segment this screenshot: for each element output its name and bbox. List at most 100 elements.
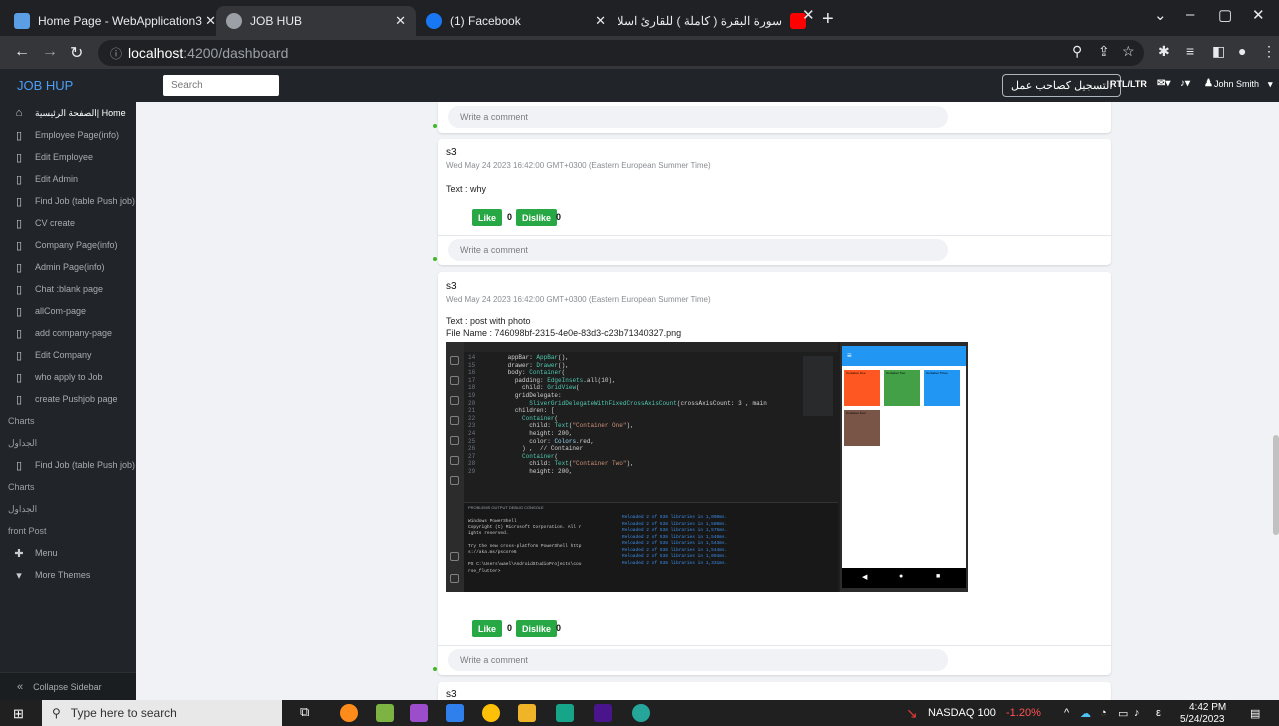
taskbar-search[interactable]: ⚲ Type here to search (42, 700, 282, 726)
visual-studio-icon[interactable] (410, 704, 428, 722)
rtl-ltr-toggle[interactable]: RTL/LTR (1110, 79, 1147, 89)
source-control-icon (450, 376, 459, 385)
file-icon: ▯ (15, 239, 23, 252)
minimize-icon[interactable]: – (1186, 6, 1194, 23)
reload-icon[interactable]: ↻ (70, 43, 83, 63)
close-icon[interactable]: ✕ (595, 13, 606, 29)
dislike-button[interactable]: Dislike (516, 620, 558, 637)
sidebar-item-label: Chat :blank page (35, 284, 104, 294)
extensions-puzzle-icon[interactable]: ✱ (1158, 43, 1170, 60)
register-employer-button[interactable]: التسجيل كصاحب عمل (1002, 74, 1122, 97)
clock-date[interactable]: 5/24/2023 (1180, 714, 1225, 725)
app-icon[interactable] (594, 704, 612, 722)
onedrive-icon[interactable]: ☁ (1080, 707, 1091, 720)
vscode-icon[interactable] (446, 704, 464, 722)
code-editor: 14 appBar: AppBar(), 15 drawer: Drawer()… (468, 354, 767, 475)
sidebar-item-edit-admin[interactable]: ▯ Edit Admin (0, 168, 136, 190)
close-icon[interactable]: ✕ (205, 13, 216, 29)
battery-icon[interactable]: ▭ (1118, 707, 1128, 720)
close-icon[interactable]: ✕ (395, 13, 406, 29)
like-button[interactable]: Like (472, 620, 503, 637)
sidebar-item-who-apply[interactable]: ▯ who apply to Job (0, 366, 136, 388)
post-author[interactable]: s3 (446, 147, 457, 158)
brand-logo[interactable]: JOB HUP (17, 78, 73, 93)
maximize-icon[interactable]: ▢ (1218, 6, 1232, 24)
sidebar-item-find-job[interactable]: ▯ Find Job (table Push job) (0, 190, 136, 212)
messages-icon[interactable]: ✉▾ (1157, 78, 1170, 89)
sidebar-item-find-job-2[interactable]: ▯ Find Job (table Push job) (0, 454, 136, 476)
file-icon: ▯ (15, 305, 23, 318)
volume-icon[interactable]: ♪ (1134, 707, 1140, 719)
chrome-icon[interactable] (482, 704, 500, 722)
search-input[interactable] (163, 75, 279, 96)
comment-input[interactable]: Write a comment (448, 649, 948, 671)
sidebar-item-chat[interactable]: ▯ Chat :blank page (0, 278, 136, 300)
browser-tab[interactable]: سورة البقرة ( كاملة ) للقارئ اسلام د... (608, 6, 816, 36)
side-panel-icon[interactable]: ◧ (1212, 43, 1225, 60)
clock-time[interactable]: 4:42 PM (1189, 702, 1226, 713)
app-icon[interactable] (376, 704, 394, 722)
url-field[interactable]: ⓘ localhost:4200/dashboard (98, 40, 1144, 66)
sidebar-item-home[interactable]: ⌂ الصفحة الرئيسية| Home (0, 102, 136, 124)
sidebar-item-company-page[interactable]: ▯ Company Page(info) (0, 234, 136, 256)
chevron-down-icon[interactable]: ▾ (1268, 79, 1273, 90)
collapse-sidebar-button[interactable]: « Collapse Sidebar (0, 672, 136, 700)
bookmark-star-icon[interactable]: ☆ (1122, 43, 1135, 60)
profile-icon[interactable]: ● (1238, 43, 1246, 59)
language-indicator[interactable]: ε (1156, 707, 1161, 719)
alerts-bell-icon[interactable]: ♪▾ (1180, 78, 1190, 89)
tray-chevron-up-icon[interactable]: ^ (1064, 707, 1069, 719)
post-author[interactable]: s3 (446, 689, 457, 700)
sidebar-item-menu[interactable]: ✚ Menu (0, 542, 136, 564)
sidebar-item-edit-employee[interactable]: ▯ Edit Employee (0, 146, 136, 168)
browser-icon[interactable] (632, 704, 650, 722)
editor-activity-bar (446, 342, 464, 592)
more-menu-icon[interactable]: ⋮ (1262, 43, 1276, 60)
user-menu[interactable]: John Smith (1214, 79, 1259, 89)
like-button[interactable]: Like (472, 209, 503, 226)
sidebar-item-employee-page[interactable]: ▯ Employee Page(info) (0, 124, 136, 146)
sidebar-item-create-pushjob[interactable]: ▯ create Pushjob page (0, 388, 136, 410)
post-author[interactable]: s3 (446, 281, 457, 292)
stock-name[interactable]: NASDAQ 100 (928, 707, 996, 719)
home-circle-icon: ● (899, 573, 904, 580)
wifi-icon[interactable]: ◔ (1100, 707, 1107, 719)
app-icon[interactable] (340, 704, 358, 722)
sidebar-item-edit-company[interactable]: ▯ Edit Company (0, 344, 136, 366)
browser-tab[interactable]: (1) Facebook ✕ (416, 6, 616, 36)
file-explorer-icon[interactable] (518, 704, 536, 722)
online-dot-icon (433, 124, 437, 128)
new-tab-icon[interactable]: + (822, 8, 834, 31)
grid-tile: Container Two (884, 370, 920, 406)
sidebar-item-cv-create[interactable]: ▯ CV create (0, 212, 136, 234)
browser-tab-active[interactable]: JOB HUB ✕ (216, 6, 416, 36)
file-icon: ▯ (15, 283, 23, 296)
task-view-icon[interactable]: ⧉ (300, 704, 318, 722)
browser-tab[interactable]: Home Page - WebApplication3 ✕ (4, 6, 226, 36)
forward-arrow-icon[interactable]: → (42, 43, 58, 61)
comment-input[interactable]: Write a comment (448, 239, 948, 261)
notifications-icon[interactable]: ▤ (1250, 707, 1260, 720)
share-icon[interactable]: ⇪ (1098, 43, 1110, 60)
chevron-down-icon[interactable]: ⌄ (1154, 6, 1167, 24)
comment-input[interactable]: Write a comment (448, 106, 948, 128)
sidebar-item-more-themes[interactable]: ▾ More Themes (0, 564, 136, 586)
reading-list-icon[interactable]: ≡ (1186, 43, 1194, 59)
zoom-icon[interactable]: ⚲ (1072, 43, 1082, 60)
sidebar-item-allcom[interactable]: ▯ allCom-page (0, 300, 136, 322)
sidebar-item-admin-page[interactable]: ▯ Admin Page(info) (0, 256, 136, 278)
app-icon[interactable] (556, 704, 574, 722)
app-bar: ≡ (842, 346, 966, 366)
windows-start-icon[interactable]: ⊞ (13, 706, 24, 722)
dislike-button[interactable]: Dislike (516, 209, 558, 226)
sidebar-item-add-company[interactable]: ▯ add company-page (0, 322, 136, 344)
file-icon: ▯ (15, 151, 23, 164)
window-close-icon[interactable]: ✕ (1252, 6, 1265, 24)
post-date: Wed May 24 2023 16:42:00 GMT+0300 (Easte… (446, 161, 711, 170)
sidebar-item-label: CV create (35, 218, 76, 228)
back-arrow-icon[interactable]: ← (14, 43, 30, 61)
post-image[interactable]: 14 appBar: AppBar(), 15 drawer: Drawer()… (446, 342, 968, 592)
close-icon[interactable]: ✕ (802, 6, 815, 24)
scrollbar[interactable] (1273, 102, 1279, 700)
scrollbar-thumb[interactable] (1273, 435, 1279, 535)
